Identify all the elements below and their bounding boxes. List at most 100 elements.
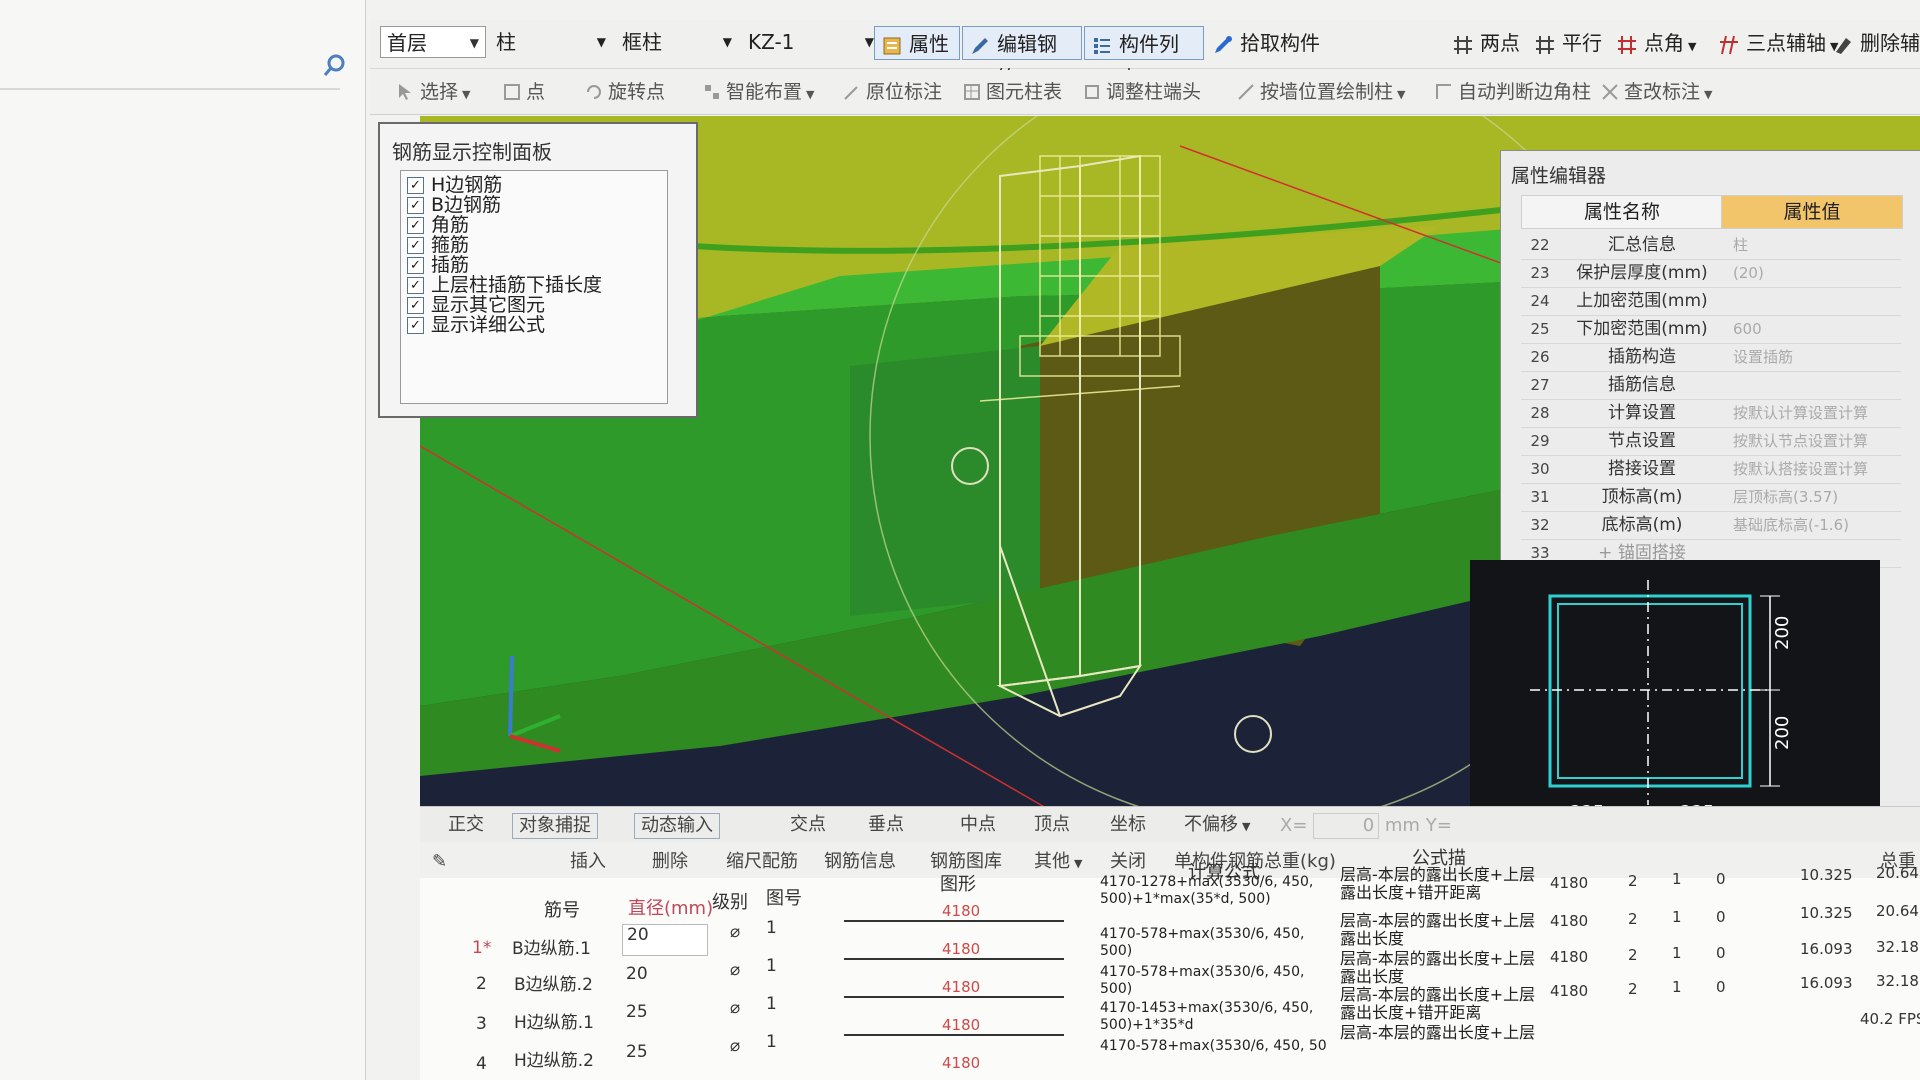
property-row[interactable]: 25 下加密范围(mm) 600 (1521, 315, 1901, 344)
cell-description[interactable]: 层高-本层的露出长度+上层 (1340, 1024, 1540, 1042)
x-coordinate-field[interactable]: X= 0 mm Y= (1280, 813, 1452, 839)
property-row[interactable]: 32 底标高(m) 基础底标高(-1.6) (1521, 511, 1901, 540)
offset-select[interactable]: 不偏移 ▼ (1184, 813, 1250, 839)
object-snap-toggle[interactable]: 对象捕捉 (512, 813, 598, 839)
rotate-point-button[interactable]: 旋转点 (582, 78, 665, 106)
intersection-toggle[interactable]: 交点 (790, 813, 826, 837)
cell-total-weight: 32.186 (1876, 972, 1920, 990)
shrink-rebar-button[interactable]: 缩尺配筋 (726, 850, 798, 874)
checkbox-checked[interactable]: ✓ (407, 237, 424, 254)
vertex-toggle[interactable]: 顶点 (1034, 813, 1070, 837)
ortho-toggle[interactable]: 正交 (448, 813, 484, 837)
dynamic-input-toggle[interactable]: 动态输入 (634, 813, 720, 839)
type-select[interactable]: 柱 ▼ (496, 26, 606, 58)
cell-figure[interactable]: 1 (766, 918, 777, 938)
x-value[interactable]: 0 (1313, 813, 1380, 839)
cell-description[interactable]: 层高-本层的露出长度+上层露出长度 (1340, 912, 1540, 948)
checkbox-checked[interactable]: ✓ (407, 297, 424, 314)
cell-count: 2 (1628, 946, 1638, 964)
properties-button[interactable]: 属性 (874, 26, 960, 60)
cell-bar-name[interactable]: B边纵筋.2 (514, 970, 593, 995)
cell-description[interactable]: 层高-本层的露出长度+上层露出长度+错开距离 (1340, 986, 1540, 1022)
rebar-info-button[interactable]: 钢筋信息 (824, 850, 896, 874)
perpendicular-toggle[interactable]: 垂点 (868, 813, 904, 837)
cell-grade[interactable]: ⌀ (730, 998, 740, 1018)
adjust-end-button[interactable]: 调整柱端头 (1080, 78, 1201, 106)
checkbox-checked[interactable]: ✓ (407, 317, 424, 334)
edit-icon[interactable]: ✎ (432, 850, 447, 874)
checkbox-checked[interactable]: ✓ (407, 177, 424, 194)
column-table-button[interactable]: 图元柱表 (960, 78, 1062, 106)
checkbox-checked[interactable]: ✓ (407, 257, 424, 274)
property-value[interactable]: 600 (1721, 315, 1913, 343)
property-row[interactable]: 28 计算设置 按默认计算设置计算 (1521, 399, 1901, 428)
option-show-formula[interactable]: ✓ 显示详细公式 (407, 315, 545, 337)
edit-rebar-button[interactable]: 编辑钢筋 (962, 26, 1082, 90)
property-name: 节点设置 (1608, 431, 1676, 451)
other-button[interactable]: 其他 ▼ (1034, 850, 1082, 876)
subtype-select[interactable]: 框柱 ▼ (622, 26, 732, 58)
cell-bar-name[interactable]: B边纵筋.1 (512, 934, 591, 959)
cell-diameter[interactable]: 25 (626, 1002, 648, 1022)
property-row[interactable]: 26 插筋构造 设置插筋 (1521, 343, 1901, 372)
cell-diameter-input[interactable]: 20 (622, 924, 708, 956)
property-row[interactable]: 23 保护层厚度(mm) (20) (1521, 259, 1901, 288)
property-row[interactable]: 27 插筋信息 (1521, 371, 1901, 400)
point-button[interactable]: 点 (500, 78, 545, 106)
smart-layout-button[interactable]: 智能布置 ▼ (700, 78, 814, 109)
chevron-down-icon: ▼ (1242, 820, 1251, 833)
property-row[interactable]: 30 搭接设置 按默认搭接设置计算 (1521, 455, 1901, 484)
cell-grade[interactable]: ⌀ (730, 960, 740, 980)
modify-mark-button[interactable]: 查改标注 ▼ (1598, 78, 1712, 109)
cell-grade[interactable]: ⌀ (730, 922, 740, 942)
pick-component-button[interactable]: 拾取构件 (1210, 26, 1370, 60)
component-list-button[interactable]: 构件列表 (1084, 26, 1204, 90)
chevron-down-icon: ▼ (596, 35, 606, 49)
property-value[interactable]: (20) (1721, 259, 1913, 287)
property-value[interactable]: 按默认计算设置计算 (1721, 399, 1913, 427)
property-value[interactable]: 设置插筋 (1721, 343, 1913, 371)
cell-figure[interactable]: 1 (766, 1032, 777, 1052)
cell-formula[interactable]: 4170-578+max(3530/6, 450, 500) (1100, 964, 1330, 998)
cell-bar-name[interactable]: H边纵筋.2 (514, 1046, 594, 1071)
midpoint-toggle[interactable]: 中点 (960, 813, 996, 837)
checkbox-checked[interactable]: ✓ (407, 277, 424, 294)
cell-grade[interactable]: ⌀ (730, 1036, 740, 1056)
cell-formula[interactable]: 4170-1453+max(3530/6, 450, 500)+1*35*d (1100, 1000, 1330, 1034)
cell-description[interactable]: 层高-本层的露出长度+上层露出长度+错开距离 (1340, 866, 1540, 902)
cell-diameter[interactable]: 20 (626, 964, 648, 984)
select-button[interactable]: 选择 ▼ (394, 78, 470, 109)
cell-description[interactable]: 层高-本层的露出长度+上层露出长度 (1340, 950, 1540, 986)
cell-formula[interactable]: 4170-1278+max(3530/6, 450, 500)+1*max(35… (1100, 874, 1330, 908)
original-mark-button[interactable]: 原位标注 (840, 78, 942, 106)
shape-line (844, 958, 1064, 960)
cell-formula[interactable]: 4170-578+max(3530/6, 450, 500) (1100, 926, 1330, 960)
property-value[interactable]: 按默认节点设置计算 (1721, 427, 1913, 455)
checkbox-checked[interactable]: ✓ (407, 217, 424, 234)
rebar-info-label: 钢筋信息 (824, 851, 896, 872)
property-value[interactable]: 柱 (1721, 231, 1913, 259)
cell-diameter[interactable]: 25 (626, 1042, 648, 1062)
auto-edge-button[interactable]: 自动判断边角柱 (1432, 78, 1591, 106)
property-row[interactable]: 24 上加密范围(mm) (1521, 287, 1901, 316)
coordinate-toggle[interactable]: 坐标 (1110, 813, 1146, 837)
property-row[interactable]: 22 汇总信息柱 (1521, 231, 1901, 260)
property-value[interactable]: 层顶标高(3.57) (1721, 483, 1913, 511)
delete-button[interactable]: 删除 (652, 850, 688, 874)
close-button[interactable]: 关闭 (1110, 850, 1146, 874)
property-value[interactable]: 基础底标高(-1.6) (1721, 511, 1913, 539)
cell-figure[interactable]: 1 (766, 956, 777, 976)
cell-formula[interactable]: 4170-578+max(3530/6, 450, 50 (1100, 1038, 1330, 1055)
property-row[interactable]: 31 顶标高(m) 层顶标高(3.57) (1521, 483, 1901, 512)
search-icon[interactable] (322, 52, 348, 78)
insert-button[interactable]: 插入 (570, 850, 606, 874)
property-row[interactable]: 29 节点设置 按默认节点设置计算 (1521, 427, 1901, 456)
delete-axis-button[interactable]: 删除辅轴 (1830, 26, 1920, 60)
floor-select[interactable]: 首层 ▼ (380, 26, 486, 58)
checkbox-checked[interactable]: ✓ (407, 197, 424, 214)
property-value[interactable]: 按默认搭接设置计算 (1721, 455, 1913, 483)
component-select[interactable]: KZ-1 ▼ (748, 26, 874, 58)
cell-figure[interactable]: 1 (766, 994, 777, 1014)
draw-by-wall-button[interactable]: 按墙位置绘制柱 ▼ (1234, 78, 1405, 109)
cell-bar-name[interactable]: H边纵筋.1 (514, 1008, 594, 1033)
